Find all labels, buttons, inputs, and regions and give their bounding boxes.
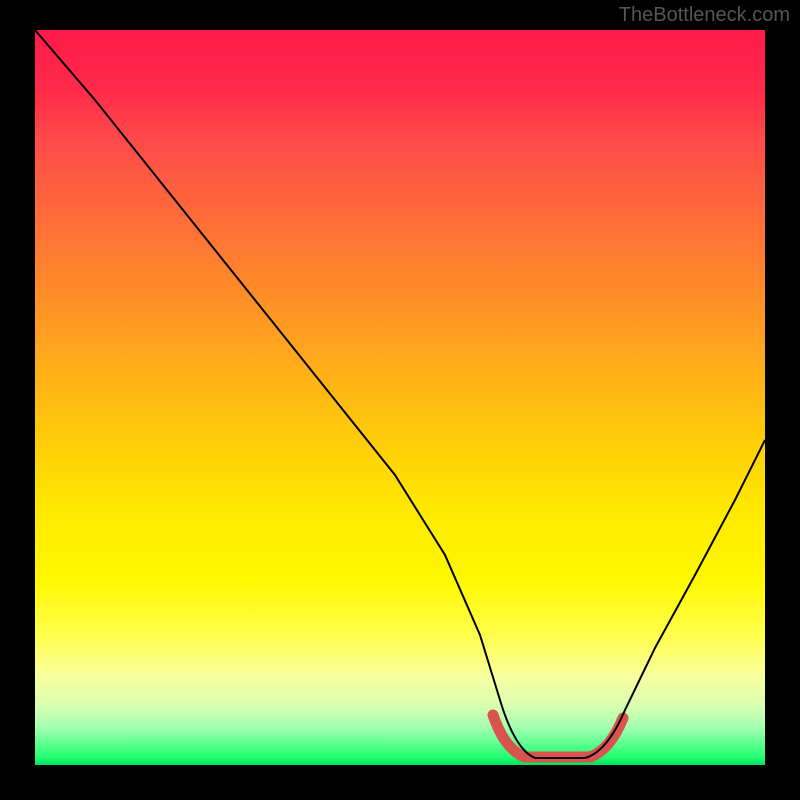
accent-highlight (493, 715, 623, 757)
bottleneck-curve (35, 30, 765, 758)
watermark-text: TheBottleneck.com (619, 4, 790, 27)
chart-svg (35, 30, 765, 765)
chart-plot-area (35, 30, 765, 765)
